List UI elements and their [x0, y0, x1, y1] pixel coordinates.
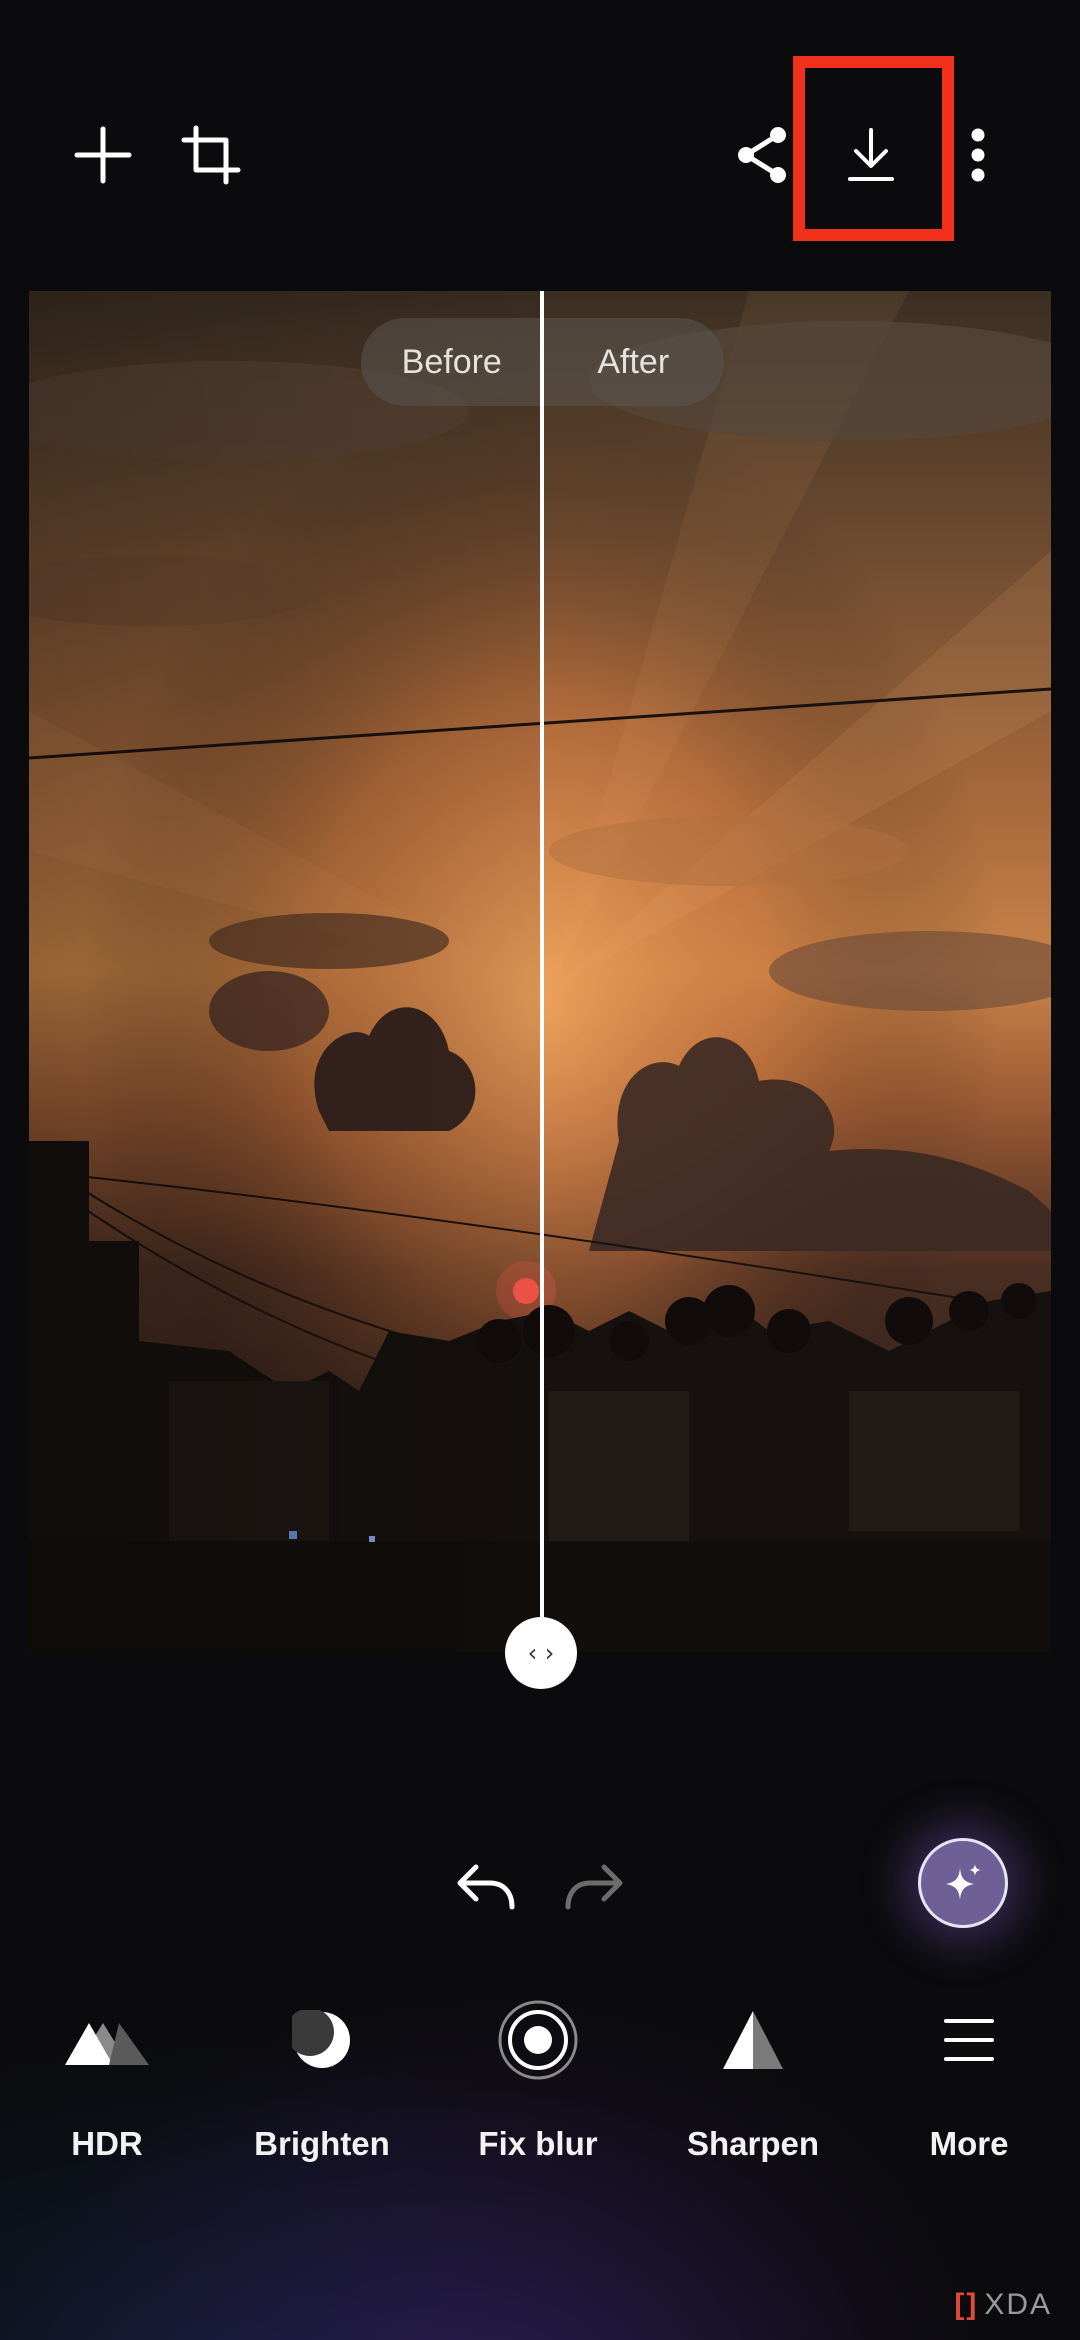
ai-enhance-button[interactable] [918, 1838, 1008, 1928]
mountains-icon [62, 1995, 152, 2085]
tool-label: Fix blur [478, 2125, 598, 2162]
tool-label: Brighten [254, 2125, 390, 2162]
redo-button[interactable] [554, 1845, 634, 1925]
photo-editor-screen: Before After ‹ › HDR Brighten Fix blur S… [0, 0, 1080, 2340]
tool-hdr[interactable]: HDR [7, 1990, 207, 2190]
xda-logo-mark: [] [954, 2288, 979, 2321]
after-label: After [597, 342, 670, 381]
compare-divider-line [540, 291, 544, 1652]
tool-label: More [929, 2125, 1009, 2162]
target-icon [493, 1995, 583, 2085]
tool-sharpen[interactable]: Sharpen [653, 1990, 853, 2190]
moon-icon [277, 1995, 367, 2085]
more-vertical-icon [971, 128, 985, 182]
undo-icon [457, 1864, 515, 1910]
share-icon [738, 127, 786, 183]
crop-icon [181, 125, 241, 185]
tool-more[interactable]: More [869, 1990, 1069, 2190]
plus-icon [74, 126, 132, 184]
add-button[interactable] [48, 100, 158, 210]
undo-button[interactable] [446, 1845, 526, 1925]
triangle-icon [708, 1995, 798, 2085]
before-label: Before [401, 342, 502, 381]
tool-brighten[interactable]: Brighten [222, 1990, 422, 2190]
sparkle-icon [946, 1864, 981, 1900]
xda-watermark: [] XDA [954, 2288, 1052, 2322]
chevrons-horizontal-icon: ‹ › [527, 1639, 555, 1667]
tool-bar: HDR Brighten Fix blur Sharpen More [0, 1990, 1080, 2190]
crop-button[interactable] [156, 100, 266, 210]
xda-logo-text: XDA [984, 2288, 1052, 2321]
tool-fix-blur[interactable]: Fix blur [438, 1990, 638, 2190]
tool-label: HDR [71, 2125, 143, 2162]
redo-icon [565, 1864, 623, 1910]
download-highlight-box [793, 56, 954, 241]
tool-label: Sharpen [686, 2125, 820, 2162]
compare-slider-handle[interactable]: ‹ › [505, 1617, 577, 1689]
menu-icon [924, 1995, 1014, 2085]
